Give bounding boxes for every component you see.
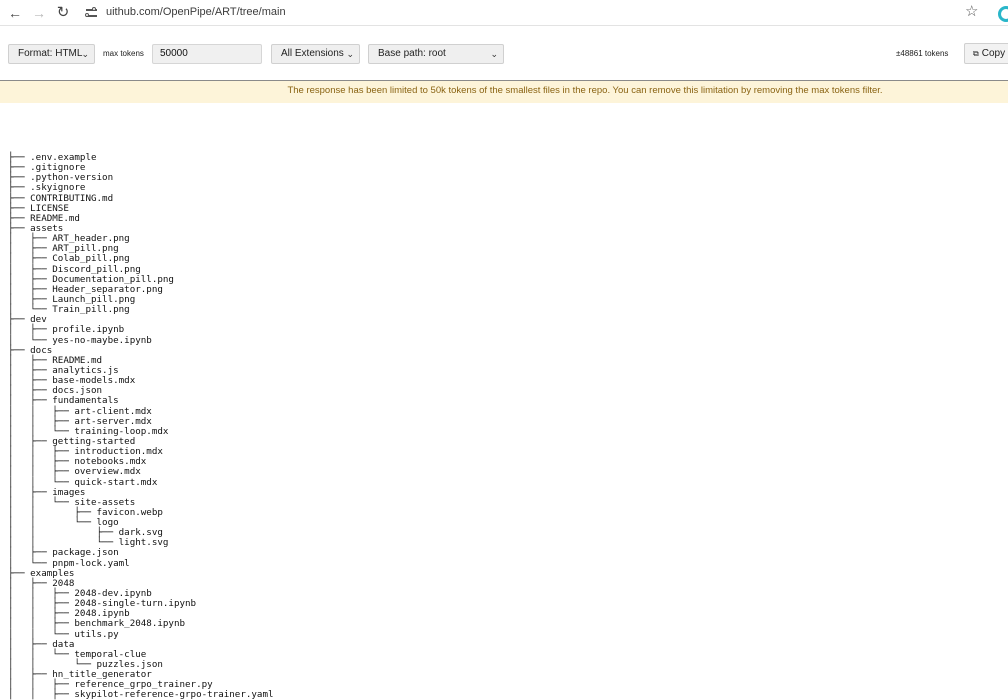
address-bar[interactable]: uithub.com/OpenPipe/ART/tree/main: [106, 5, 286, 19]
browser-toolbar: ← → ↻ uithub.com/OpenPipe/ART/tree/main …: [0, 0, 1008, 26]
max-tokens-input[interactable]: 50000: [152, 44, 262, 64]
bookmark-star-icon[interactable]: ☆: [965, 3, 978, 21]
extensions-select[interactable]: All Extensions ⌄: [271, 44, 360, 64]
extensions-select-value: All Extensions: [281, 48, 344, 59]
base-path-select[interactable]: Base path: root ⌄: [368, 44, 504, 64]
extension-icon[interactable]: [998, 6, 1008, 22]
tree-entry: │ ├── fundamentals: [8, 395, 119, 407]
site-settings-icon[interactable]: [84, 4, 100, 22]
file-tree: ├── .env.example ├── .gitignore ├── .pytho…: [8, 152, 274, 700]
token-count: ±48861 tokens: [896, 49, 949, 58]
format-select-value: Format: HTML: [18, 48, 83, 59]
options-toolbar: Format: HTML ⌄ max tokens 50000 All Exte…: [0, 27, 1008, 81]
banner-message: The response has been limited to 50k tok…: [287, 85, 883, 96]
tree-entry: │ ├── profile.ipynb: [8, 324, 125, 336]
chevron-down-icon: ⌄: [490, 49, 498, 59]
base-path-select-value: Base path: root: [378, 48, 446, 59]
tree-entry: │ │ ├── skypilot-reference-grpo-trainer.…: [8, 689, 274, 700]
tree-entry: │ └── Train_pill.png: [8, 304, 130, 316]
copy-button-label: Copy: [981, 48, 1006, 59]
max-tokens-label: max tokens: [103, 49, 144, 58]
chevron-down-icon: ⌄: [346, 49, 354, 59]
tree-entry: │ │ ├── overview.mdx: [8, 466, 141, 478]
chevron-down-icon: ⌄: [81, 49, 89, 59]
reload-icon[interactable]: ↻: [52, 2, 74, 24]
token-limit-banner: The response has been limited to 50k tok…: [0, 81, 1008, 103]
copy-icon: ⧉: [973, 49, 979, 58]
forward-arrow-icon[interactable]: →: [28, 2, 50, 24]
copy-button[interactable]: ⧉ Copy: [964, 43, 1008, 64]
format-select[interactable]: Format: HTML ⌄: [8, 44, 95, 64]
back-arrow-icon[interactable]: ←: [4, 2, 26, 24]
